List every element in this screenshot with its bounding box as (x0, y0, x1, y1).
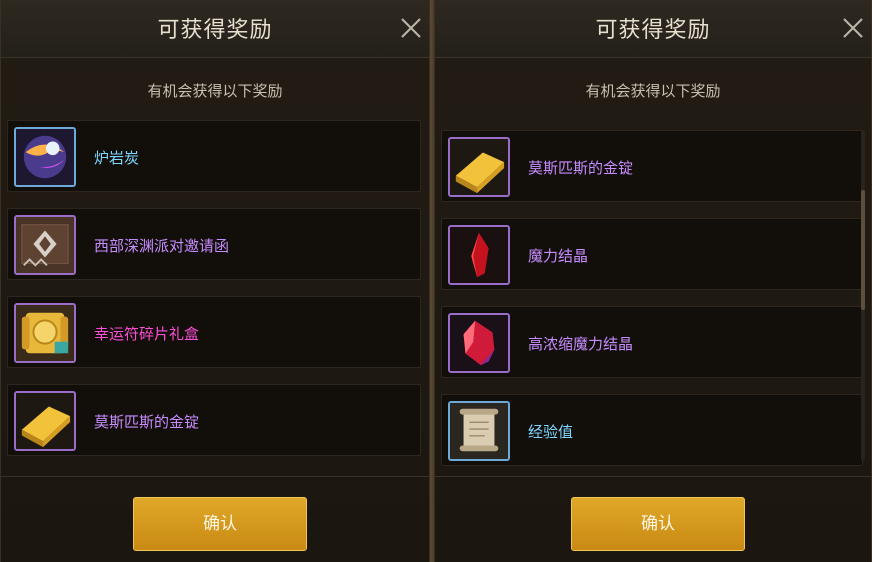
rewards-dialog-left: 可获得奖励 有机会获得以下奖励 炉岩炭 西部深渊派对邀请函 幸运符碎片礼盒 莫斯… (0, 0, 430, 562)
reward-item-label: 经验值 (528, 423, 574, 441)
dialog-title: 可获得奖励 (157, 18, 273, 43)
reward-item-label: 莫斯匹斯的金锭 (94, 413, 200, 431)
orb-icon (14, 127, 76, 187)
red-crystal-icon (448, 225, 510, 285)
reward-item-label: 西部深渊派对邀请函 (94, 237, 230, 255)
red-crystal-large-icon (448, 313, 510, 373)
parchment-icon (448, 401, 510, 461)
dialog-subtitle: 有机会获得以下奖励 (147, 82, 283, 100)
close-icon (401, 18, 421, 38)
dialog-subtitle: 有机会获得以下奖励 (585, 82, 721, 100)
reward-item-gold-bar[interactable]: 莫斯匹斯的金锭 (441, 130, 863, 202)
reward-item-label: 莫斯匹斯的金锭 (528, 159, 634, 177)
reward-item-magic-crystal[interactable]: 魔力结晶 (441, 218, 863, 290)
reward-list[interactable]: 炉岩炭 西部深渊派对邀请函 幸运符碎片礼盒 莫斯匹斯的金锭 (7, 118, 421, 466)
reward-item-coal[interactable]: 炉岩炭 (7, 120, 421, 192)
reward-item-gold-bar[interactable]: 莫斯匹斯的金锭 (7, 384, 421, 456)
dialog-header: 可获得奖励 (1, 0, 429, 58)
reward-item-experience[interactable]: 经验值 (441, 394, 863, 466)
reward-item-invitation[interactable]: 西部深渊派对邀请函 (7, 208, 421, 280)
close-button[interactable] (839, 14, 867, 42)
scroll-box-icon (14, 303, 76, 363)
gold-bar-icon (448, 137, 510, 197)
scroll-thumb[interactable] (861, 190, 865, 310)
reward-item-concentrated-crystal[interactable]: 高浓缩魔力结晶 (441, 306, 863, 378)
close-button[interactable] (397, 14, 425, 42)
reward-item-label: 炉岩炭 (94, 149, 140, 167)
confirm-button[interactable]: 确认 (133, 497, 307, 551)
dialog-header: 可获得奖励 (435, 0, 871, 58)
dialog-title: 可获得奖励 (595, 18, 711, 43)
scrollbar[interactable] (861, 130, 865, 460)
footer-divider (1, 476, 429, 477)
close-icon (843, 18, 863, 38)
reward-item-charm-box[interactable]: 幸运符碎片礼盒 (7, 296, 421, 368)
reward-list[interactable]: 莫斯匹斯的金锭 魔力结晶 高浓缩魔力结晶 经验值 (441, 120, 863, 468)
reward-item-label: 魔力结晶 (528, 247, 589, 265)
reward-item-label: 幸运符碎片礼盒 (94, 325, 200, 343)
reward-item-label: 高浓缩魔力结晶 (528, 335, 634, 353)
invitation-icon (14, 215, 76, 275)
footer-divider (435, 476, 871, 477)
rewards-dialog-right: 可获得奖励 有机会获得以下奖励 莫斯匹斯的金锭 魔力结晶 高浓缩魔力结晶 经验值… (434, 0, 872, 562)
confirm-button[interactable]: 确认 (571, 497, 745, 551)
gold-bar-icon (14, 391, 76, 451)
